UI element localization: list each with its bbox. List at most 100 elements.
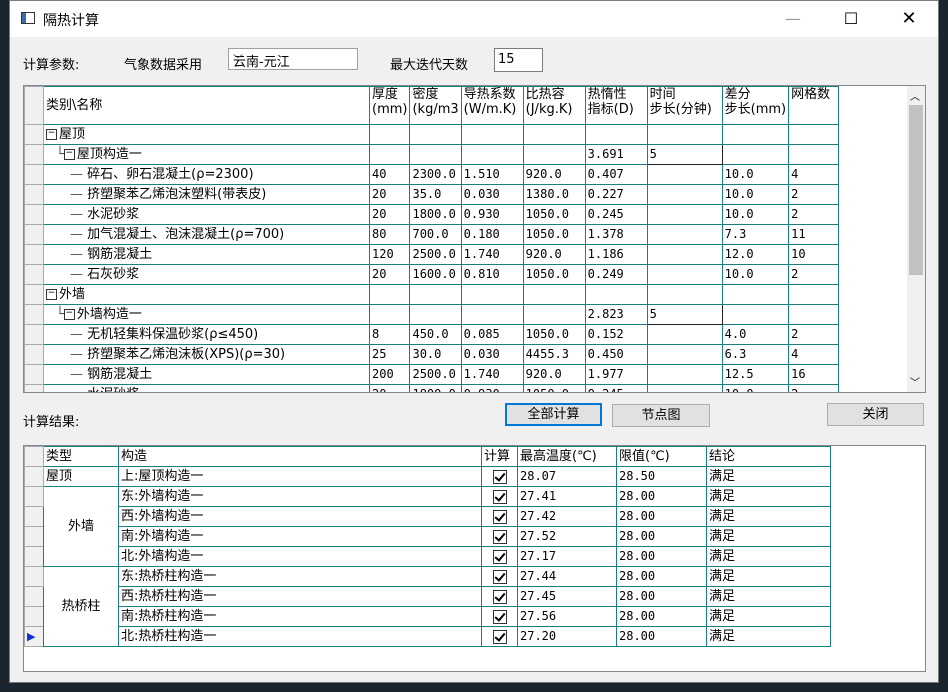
calc-checkbox-cell[interactable] [481,586,518,607]
result-construction-cell[interactable]: 南:热桥柱构造一 [118,606,482,627]
layer-cell-d[interactable] [584,124,648,145]
row-header[interactable] [24,566,44,587]
result-cell-max[interactable]: 27.56 [517,606,617,627]
result-construction-cell[interactable]: 南:外墙构造一 [118,526,482,547]
layer-cell-step[interactable]: 10.0 [721,384,790,392]
row-header[interactable] [24,204,44,225]
result-construction-cell[interactable]: 西:外墙构造一 [118,506,482,527]
minimize-button[interactable]: — [768,5,818,33]
result-construction-cell[interactable]: 东:外墙构造一 [118,486,482,507]
calc-all-button[interactable]: 全部计算 [505,403,602,426]
layer-cell-heat[interactable] [522,304,586,325]
collapse-icon[interactable]: − [63,309,75,320]
result-col-header[interactable]: 计算 [481,446,518,467]
layer-cell-heat[interactable]: 4455.3 [522,344,586,365]
calc-checkbox-cell[interactable] [481,466,518,487]
row-header[interactable] [24,586,44,607]
checkbox-checked-icon[interactable] [492,609,507,624]
layer-cell-step[interactable]: 10.0 [721,184,790,205]
layer-cell-cond[interactable]: 1.740 [460,364,524,385]
layer-cell-time[interactable] [646,164,723,185]
layer-cell-thick[interactable]: 80 [368,224,411,245]
layer-name-cell[interactable]: — 水泥砂浆 [43,204,370,225]
layer-cell-grid[interactable]: 4 [788,164,840,185]
layer-cell-thick[interactable] [368,124,411,145]
layer-cell-heat[interactable]: 920.0 [522,364,586,385]
row-header[interactable] [24,324,44,345]
layer-cell-step[interactable] [721,124,790,145]
row-header[interactable] [24,284,44,305]
row-header[interactable] [24,144,44,165]
layer-cell-density[interactable]: 30.0 [409,344,462,365]
calc-checkbox-cell[interactable] [481,606,518,627]
result-cell-result[interactable]: 满足 [706,526,831,547]
layer-name-cell[interactable]: — 挤塑聚苯乙烯泡沫板(XPS)(ρ=30) [43,344,370,365]
result-row[interactable]: 屋顶 上:屋顶构造一 28.07 28.50 满足 [24,466,831,487]
layer-cell-thick[interactable] [368,304,411,325]
layer-row[interactable]: — 钢筋混凝土 200 2500.0 1.740 920.0 1.977 12.5 16 [24,364,840,385]
title-bar[interactable]: 隔热计算 — ☐ ✕ [10,1,938,37]
result-cell-result[interactable]: 满足 [706,486,831,507]
result-row[interactable]: 外墙 东:外墙构造一 27.41 28.00 满足 [24,486,831,567]
result-row[interactable]: 南:外墙构造一 27.52 28.00 满足 [24,526,831,547]
layer-cell-step[interactable]: 7.3 [721,224,790,245]
layer-cell-d[interactable]: 0.249 [584,264,648,285]
layer-cell-cond[interactable] [460,284,524,305]
layer-name-cell[interactable]: — 钢筋混凝土 [43,244,370,265]
layer-cell-heat[interactable]: 1050.0 [522,204,586,225]
layer-name-cell[interactable]: — 石灰砂浆 [43,264,370,285]
close-button[interactable]: 关闭 [827,403,924,426]
layer-cell-d[interactable]: 0.450 [584,344,648,365]
layer-col-header[interactable]: 导热系数 (W/m.K) [460,86,524,125]
calc-checkbox-cell[interactable] [481,526,518,547]
result-cell-max[interactable]: 28.07 [517,466,617,487]
layer-cell-cond[interactable] [460,304,524,325]
row-header[interactable] [24,364,44,385]
result-cell-limit[interactable]: 28.00 [616,526,707,547]
layer-cell-step[interactable]: 4.0 [721,324,790,345]
layer-cell-density[interactable] [409,124,462,145]
layer-cell-density[interactable]: 1800.0 [409,204,462,225]
layer-cell-density[interactable] [409,144,462,165]
layer-cell-density[interactable]: 700.0 [409,224,462,245]
result-cell-max[interactable]: 27.17 [517,546,617,567]
layer-cell-time[interactable] [646,324,723,345]
layer-cell-grid[interactable] [788,304,840,325]
layer-cell-time[interactable] [646,224,723,245]
layer-name-cell[interactable]: − 外墙 [43,284,370,305]
result-cell-limit[interactable]: 28.00 [616,486,707,507]
layer-row[interactable]: — 石灰砂浆 20 1600.0 0.810 1050.0 0.249 10.0 2 [24,264,840,285]
row-header[interactable] [24,526,44,547]
results-grid[interactable]: 类型 构造 计算 最高温度(℃) 限值(℃) 结论 屋顶 上:屋顶构造一 28.07 28.50 满… [23,445,926,672]
layer-name-cell[interactable]: — 加气混凝土、泡沫混凝土(ρ=700) [43,224,370,245]
layer-cell-thick[interactable]: 25 [368,344,411,365]
layer-cell-heat[interactable]: 1050.0 [522,384,586,392]
result-construction-cell[interactable]: 东:热桥柱构造一 [118,566,482,587]
row-header[interactable]: ▶ [24,626,44,647]
layer-cell-density[interactable]: 2500.0 [409,364,462,385]
result-cell-result[interactable]: 满足 [706,566,831,587]
row-header[interactable] [24,164,44,185]
layer-cell-thick[interactable]: 40 [368,164,411,185]
layer-cell-thick[interactable]: 20 [368,184,411,205]
layer-cell-grid[interactable]: 2 [788,184,840,205]
layer-row[interactable]: — 挤塑聚苯乙烯泡沫板(XPS)(ρ=30) 25 30.0 0.030 4455.3 0… [24,344,840,365]
layer-grid[interactable]: 类别\名称 厚度 (mm) 密度 (kg/m3 导热系数 (W/m.K) 比热容 (J/… [23,85,926,393]
layer-cell-d[interactable]: 2.823 [584,304,648,325]
layer-cell-density[interactable]: 1600.0 [409,264,462,285]
layer-col-header[interactable]: 比热容 (J/kg.K) [522,86,586,125]
collapse-icon[interactable]: − [63,149,75,160]
layer-cell-d[interactable]: 0.245 [584,384,648,392]
layer-cell-time[interactable] [646,384,723,392]
layer-row[interactable]: − 屋顶 [24,124,840,145]
layer-cell-time[interactable]: 5 [646,144,723,165]
layer-cell-d[interactable]: 1.977 [584,364,648,385]
layer-cell-time[interactable] [646,204,723,225]
layer-cell-density[interactable]: 35.0 [409,184,462,205]
checkbox-checked-icon[interactable] [492,489,507,504]
layer-cell-cond[interactable]: 0.030 [460,184,524,205]
layer-col-header[interactable]: 厚度 (mm) [368,86,411,125]
layer-cell-step[interactable]: 10.0 [721,264,790,285]
row-header[interactable] [24,606,44,627]
scroll-down-icon[interactable]: ﹀ [910,374,920,389]
